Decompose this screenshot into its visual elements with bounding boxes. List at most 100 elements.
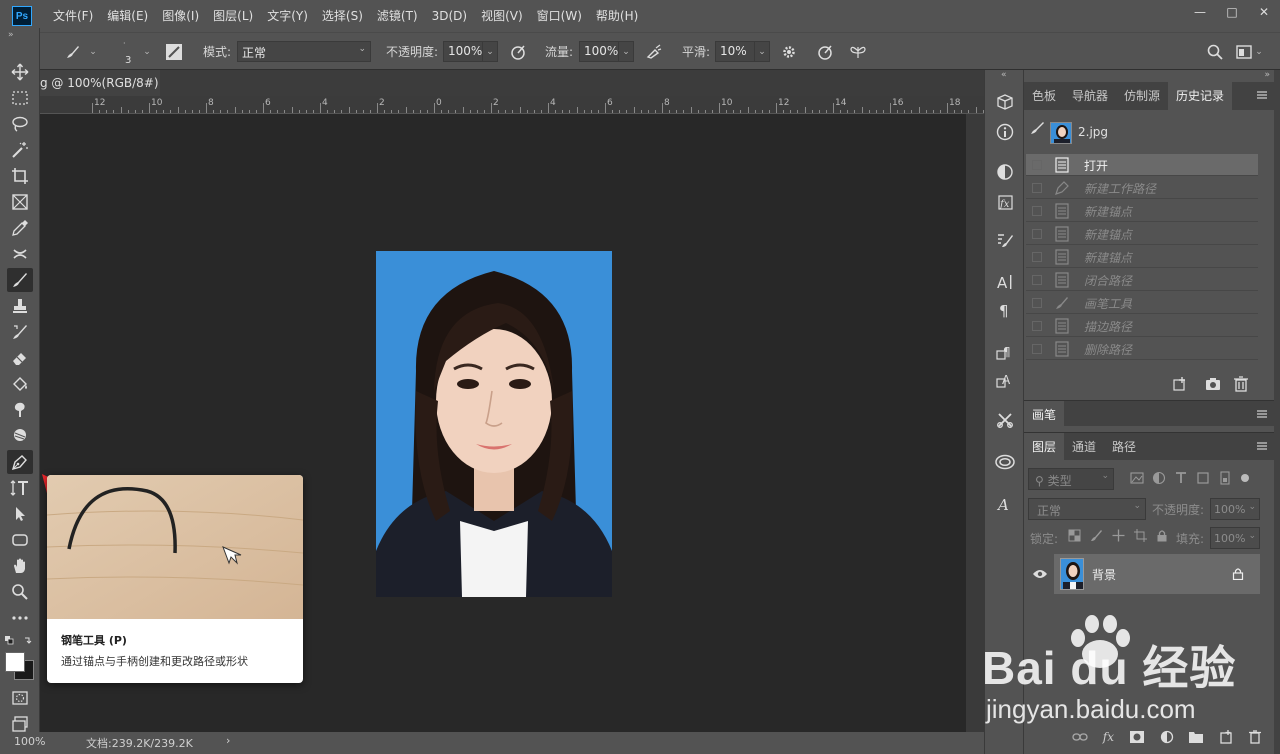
snapshot-name[interactable]: 2.jpg xyxy=(1078,125,1108,139)
paragraph-icon[interactable]: ¶ xyxy=(995,300,1015,320)
tab-swatches[interactable]: 色板 xyxy=(1024,82,1064,110)
tab-channels[interactable]: 通道 xyxy=(1064,433,1104,460)
magic-wand-tool-icon[interactable] xyxy=(7,138,33,162)
blend-mode-select[interactable]: 正常 ⌄ xyxy=(1028,498,1146,520)
menu-view[interactable]: 视图(V) xyxy=(474,0,530,32)
lasso-tool-icon[interactable] xyxy=(7,112,33,136)
layer-opacity-input[interactable]: 100% ⌄ xyxy=(1210,498,1260,520)
history-row[interactable]: 新建锚点 xyxy=(1026,246,1258,268)
shape-filter-icon[interactable] xyxy=(1196,471,1210,485)
info-icon[interactable] xyxy=(995,122,1015,142)
opacity-dropdown-icon[interactable]: ⌄ xyxy=(482,41,498,62)
brush-settings-icon[interactable] xyxy=(995,230,1015,250)
layers-panel-menu-icon[interactable] xyxy=(1256,440,1268,452)
smart-object-filter-icon[interactable] xyxy=(1218,471,1232,485)
history-state-checkbox[interactable] xyxy=(1032,252,1042,262)
adjustment-filter-icon[interactable] xyxy=(1152,471,1166,485)
airbrush-icon[interactable] xyxy=(645,43,663,61)
lock-all-icon[interactable] xyxy=(1156,529,1168,542)
paragraph-styles-icon[interactable]: ¶ xyxy=(995,342,1015,362)
history-state-checkbox[interactable] xyxy=(1032,275,1042,285)
adjustments-icon[interactable] xyxy=(995,162,1015,182)
dodge-tool-icon[interactable] xyxy=(7,424,33,448)
3d-icon[interactable] xyxy=(995,92,1015,112)
history-state-checkbox[interactable] xyxy=(1032,344,1042,354)
menu-file[interactable]: 文件(F) xyxy=(46,0,100,32)
history-brush-tool-icon[interactable] xyxy=(7,320,33,344)
menu-edit[interactable]: 编辑(E) xyxy=(100,0,155,32)
opacity-input[interactable]: 100% xyxy=(443,41,483,62)
history-state-checkbox[interactable] xyxy=(1032,321,1042,331)
zoom-tool-icon[interactable] xyxy=(7,580,33,604)
minimize-button[interactable]: — xyxy=(1184,0,1216,24)
paint-bucket-tool-icon[interactable] xyxy=(7,372,33,396)
frame-tool-icon[interactable] xyxy=(7,190,33,214)
type-filter-icon[interactable] xyxy=(1174,471,1188,485)
styles-fx-icon[interactable]: fx xyxy=(995,192,1015,212)
history-row[interactable]: 描边路径 xyxy=(1026,315,1258,337)
brush-preset-chevron-icon[interactable]: ⌄ xyxy=(88,43,98,61)
tab-navigator[interactable]: 导航器 xyxy=(1064,82,1116,110)
history-brush-source-icon[interactable] xyxy=(1028,120,1048,136)
brush-tool-icon[interactable] xyxy=(7,268,33,292)
layer-name[interactable]: 背景 xyxy=(1092,566,1116,583)
tab-history[interactable]: 历史记录 xyxy=(1168,82,1233,110)
marquee-tool-icon[interactable] xyxy=(7,86,33,110)
new-document-from-state-icon[interactable] xyxy=(1172,376,1188,392)
menu-select[interactable]: 选择(S) xyxy=(315,0,370,32)
menu-image[interactable]: 图像(I) xyxy=(155,0,206,32)
smoothing-input[interactable]: 10% xyxy=(715,41,755,62)
history-panel-menu-icon[interactable] xyxy=(1256,89,1268,101)
history-state-checkbox[interactable] xyxy=(1032,229,1042,239)
character-icon[interactable]: A xyxy=(995,272,1015,292)
eye-icon[interactable] xyxy=(1032,568,1048,580)
pen-tool-icon[interactable] xyxy=(7,450,33,474)
history-row[interactable]: 画笔工具 xyxy=(1026,292,1258,314)
quick-mask-icon[interactable] xyxy=(7,686,33,710)
delete-state-trash-icon[interactable] xyxy=(1233,376,1249,392)
lock-artboard-icon[interactable] xyxy=(1134,529,1147,542)
menu-layer[interactable]: 图层(L) xyxy=(206,0,260,32)
smoothing-settings-gear-icon[interactable] xyxy=(780,43,798,61)
foreground-color-swatch[interactable] xyxy=(5,652,25,672)
brush-size-chevron-icon[interactable]: ⌄ xyxy=(142,43,152,61)
rectangle-tool-icon[interactable] xyxy=(7,528,33,552)
filter-toggle-icon[interactable] xyxy=(1240,471,1250,485)
close-button[interactable]: ✕ xyxy=(1248,0,1280,24)
history-row[interactable]: 新建锚点 xyxy=(1026,223,1258,245)
crop-tool-icon[interactable] xyxy=(7,164,33,188)
default-colors-icon[interactable] xyxy=(5,634,35,650)
workspace-chevron-icon[interactable]: ⌄ xyxy=(1254,43,1264,61)
character-styles-icon[interactable]: A xyxy=(995,370,1015,390)
lock-transparent-pixels-icon[interactable] xyxy=(1068,529,1081,542)
pressure-opacity-icon[interactable] xyxy=(509,43,527,61)
dock-collapse-icon[interactable]: « xyxy=(1001,70,1007,80)
more-tools-icon[interactable] xyxy=(7,606,33,630)
workspace-icon[interactable] xyxy=(1236,43,1254,61)
history-state-checkbox[interactable] xyxy=(1032,183,1042,193)
flow-dropdown-icon[interactable]: ⌄ xyxy=(618,41,634,62)
glyphs-icon[interactable]: A xyxy=(995,494,1015,514)
type-tool-icon[interactable] xyxy=(7,476,33,500)
hand-tool-icon[interactable] xyxy=(7,554,33,578)
tool-presets-icon[interactable] xyxy=(995,410,1015,430)
layer-filter-select[interactable]: ⚲ 类型 ⌄ xyxy=(1028,468,1114,490)
symmetry-butterfly-icon[interactable] xyxy=(849,43,867,61)
move-tool-icon[interactable] xyxy=(7,60,33,84)
tab-layers[interactable]: 图层 xyxy=(1024,433,1065,460)
document-tab[interactable]: g @ 100%(RGB/8#) * × xyxy=(40,70,160,96)
panels-collapse-icon[interactable]: » xyxy=(1264,70,1270,80)
maximize-button[interactable]: □ xyxy=(1216,0,1248,24)
layer-lock-icon[interactable] xyxy=(1232,567,1244,580)
menu-help[interactable]: 帮助(H) xyxy=(589,0,645,32)
history-state-checkbox[interactable] xyxy=(1032,298,1042,308)
healing-brush-tool-icon[interactable] xyxy=(7,242,33,266)
snapshot-camera-icon[interactable] xyxy=(1205,376,1221,392)
brush-preset-icon[interactable] xyxy=(64,43,82,61)
menu-3d[interactable]: 3D(D) xyxy=(425,0,474,32)
history-row[interactable]: 闭合路径 xyxy=(1026,269,1258,291)
menu-type[interactable]: 文字(Y) xyxy=(260,0,315,32)
mode-select[interactable]: 正常 ⌄ xyxy=(237,41,371,62)
layer-row-background[interactable]: 背景 xyxy=(1024,554,1260,594)
path-selection-tool-icon[interactable] xyxy=(7,502,33,526)
